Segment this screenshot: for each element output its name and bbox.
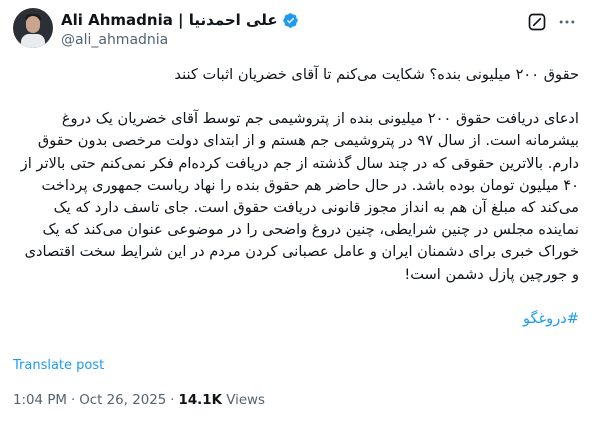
avatar-shirt bbox=[21, 34, 45, 48]
author-handle[interactable]: @ali_ahmadnia bbox=[61, 32, 168, 48]
more-options-icon[interactable] bbox=[557, 12, 577, 32]
tweet-paragraph: ادعای دریافت حقوق ۲۰۰ میلیونی بنده از پت… bbox=[20, 110, 579, 283]
tweet-header: Ali Ahmadnia | علی احمدنیا @ali_ahmadnia bbox=[13, 8, 579, 52]
meta-separator: · bbox=[70, 393, 76, 408]
tweet-time[interactable]: 1:04 PM bbox=[13, 393, 67, 408]
meta-separator-2: · bbox=[170, 393, 175, 408]
author-name-row: Ali Ahmadnia | علی احمدنیا bbox=[61, 10, 299, 30]
tweet-headline: حقوق ۲۰۰ میلیونی بنده؟ شکایت می‌کنم تا آ… bbox=[174, 66, 579, 83]
grok-icon[interactable] bbox=[527, 12, 547, 32]
views-count: 14.1K bbox=[178, 393, 222, 408]
tweet-meta: 1:04 PM · Oct 26, 2025 · 14.1K Views bbox=[13, 393, 265, 408]
verified-badge-icon bbox=[282, 12, 298, 28]
tweet-body: حقوق ۲۰۰ میلیونی بنده؟ شکایت می‌کنم تا آ… bbox=[13, 64, 579, 330]
views-label: Views bbox=[226, 393, 265, 408]
hashtag-link[interactable]: #دروغگو bbox=[13, 308, 579, 330]
avatar-face bbox=[26, 16, 40, 33]
translate-post-link[interactable]: Translate post bbox=[13, 358, 104, 373]
author-display-name[interactable]: Ali Ahmadnia | علی احمدنیا bbox=[61, 11, 278, 29]
tweet-date[interactable]: Oct 26, 2025 bbox=[79, 393, 166, 408]
avatar[interactable] bbox=[13, 8, 53, 48]
